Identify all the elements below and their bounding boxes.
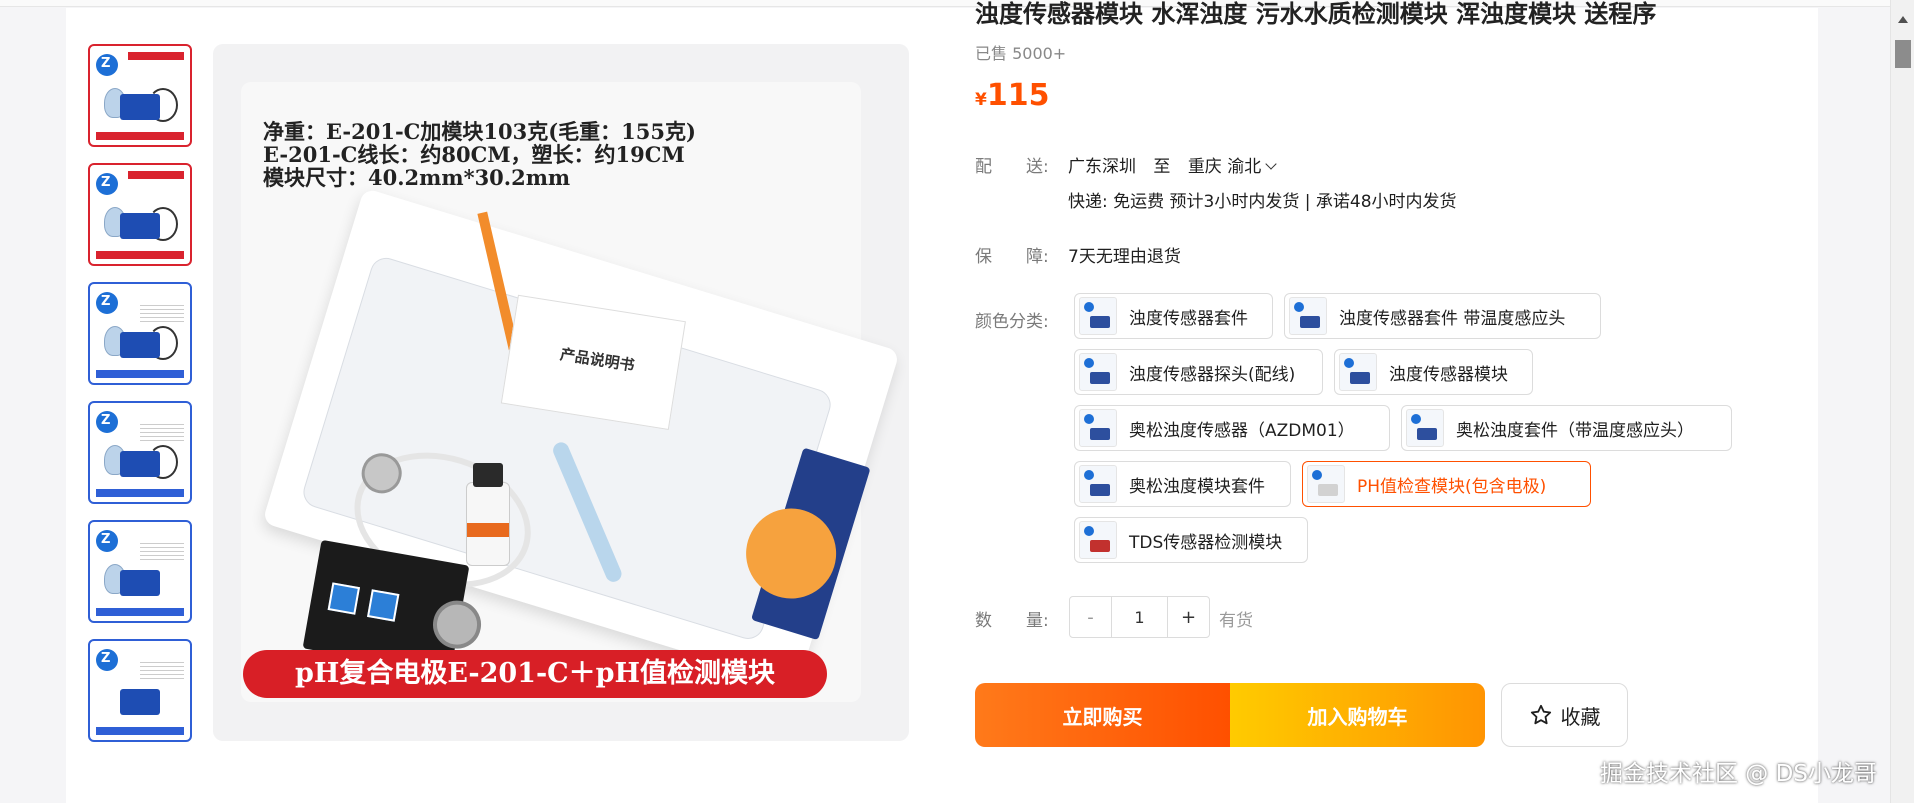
vertical-scrollbar[interactable] [1890,0,1914,803]
shipping-detail: 快递: 免运费 预计3小时内发货 | 承诺48小时内发货 [1068,192,1457,212]
buy-now-button[interactable]: 立即购买 [975,683,1230,747]
option-label: PH值检查模块(包含电极) [1357,476,1547,497]
option-label: 奥松浊度模块套件 [1129,476,1265,497]
thumbnail-2[interactable] [88,163,192,266]
option-thumb-icon [1079,409,1117,447]
main-product-image[interactable]: 产品说明书 净重：E-201-C加模块103克(毛重：155克) E-201-C… [213,44,909,741]
thumbnail-5[interactable] [88,520,192,623]
option-label: 奥松浊度套件（带温度感应头） [1456,420,1694,441]
price: ¥115 [975,78,1049,113]
option-thumb-icon [1289,297,1327,335]
star-icon [1530,704,1551,725]
stock-status: 有货 [1219,611,1253,631]
option-tds-module[interactable]: TDS传感器检测模块 [1074,517,1308,563]
option-aosong-kit-temp[interactable]: 奥松浊度套件（带温度感应头） [1401,405,1732,451]
option-thumb-icon [1406,409,1444,447]
watermark: 掘金技术社区 @ DS小龙哥 [1600,761,1877,787]
thumbnail-1[interactable] [88,44,192,147]
scrollbar-thumb[interactable] [1895,40,1911,68]
option-thumb-icon [1079,353,1117,391]
shipping-label: 配 送: [975,157,1049,177]
favorite-button[interactable]: 收藏 [1501,683,1628,747]
guarantee-value: 7天无理由退货 [1068,247,1181,267]
options-label: 颜色分类: [975,312,1049,332]
option-label: TDS传感器检测模块 [1129,532,1283,553]
option-turbidity-kit-temp[interactable]: 浊度传感器套件 带温度感应头 [1284,293,1601,339]
shipping-from: 广东深圳 [1068,157,1136,177]
quantity-increment-button[interactable]: + [1167,597,1209,637]
thumbnail-4[interactable] [88,401,192,504]
scroll-up-icon[interactable] [1898,16,1908,23]
option-thumb-icon [1339,353,1377,391]
option-turbidity-kit[interactable]: 浊度传感器套件 [1074,293,1273,339]
sold-count: 已售 5000+ [975,44,1067,63]
quantity-decrement-button[interactable]: - [1070,597,1112,637]
shipping-to: 重庆 渝北 [1187,157,1262,177]
option-turbidity-module[interactable]: 浊度传感器模块 [1334,349,1533,395]
option-aosong-sensor[interactable]: 奥松浊度传感器（AZDM01） [1074,405,1390,451]
quantity-label: 数 量: [975,611,1049,631]
thumbnail-6[interactable] [88,639,192,742]
thumbnail-list [88,44,192,758]
manual-text: 产品说明书 [558,345,636,375]
option-label: 浊度传感器模块 [1389,364,1508,385]
product-title: 浊度传感器模块 水浑浊度 污水水质检测模块 浑浊度模块 送程序 [975,0,1657,28]
option-label: 浊度传感器套件 [1129,308,1248,329]
image-banner: pH复合电极E-201-C＋pH值检测模块 [243,650,827,698]
spec-line-1: 净重：E-201-C加模块103克(毛重：155克) [263,119,696,144]
currency-symbol: ¥ [975,90,987,110]
chevron-down-icon[interactable] [1265,158,1277,170]
add-to-cart-button[interactable]: 加入购物车 [1230,683,1485,747]
option-label: 奥松浊度传感器（AZDM01） [1129,420,1355,441]
shipping-to-word: 至 [1153,157,1171,177]
option-thumb-icon [1079,465,1117,503]
guarantee-label: 保 障: [975,247,1049,267]
option-thumb-icon [1079,297,1117,335]
spec-line-2: E-201-C线长：约80CM，塑长：约19CM [263,142,685,167]
option-label: 浊度传感器套件 带温度感应头 [1339,308,1566,329]
option-aosong-module-kit[interactable]: 奥松浊度模块套件 [1074,461,1291,507]
option-label: 浊度传感器探头(配线) [1129,364,1296,385]
solution-bottle [466,463,510,566]
thumbnail-3[interactable] [88,282,192,385]
shipping-route[interactable]: 广东深圳 至 重庆 渝北 [1068,152,1277,177]
option-thumb-icon [1307,465,1345,503]
option-thumb-icon [1079,521,1117,559]
quantity-input[interactable]: 1 [1112,597,1167,637]
quantity-stepper: - 1 + [1069,596,1210,638]
spec-text: 净重：E-201-C加模块103克(毛重：155克) E-201-C线长：约80… [263,120,696,189]
price-value: 115 [986,78,1050,113]
option-turbidity-probe[interactable]: 浊度传感器探头(配线) [1074,349,1323,395]
option-ph-module-selected[interactable]: PH值检查模块(包含电极) [1302,461,1591,507]
favorite-label: 收藏 [1560,704,1601,729]
spec-line-3: 模块尺寸：40.2mm*30.2mm [263,165,571,190]
